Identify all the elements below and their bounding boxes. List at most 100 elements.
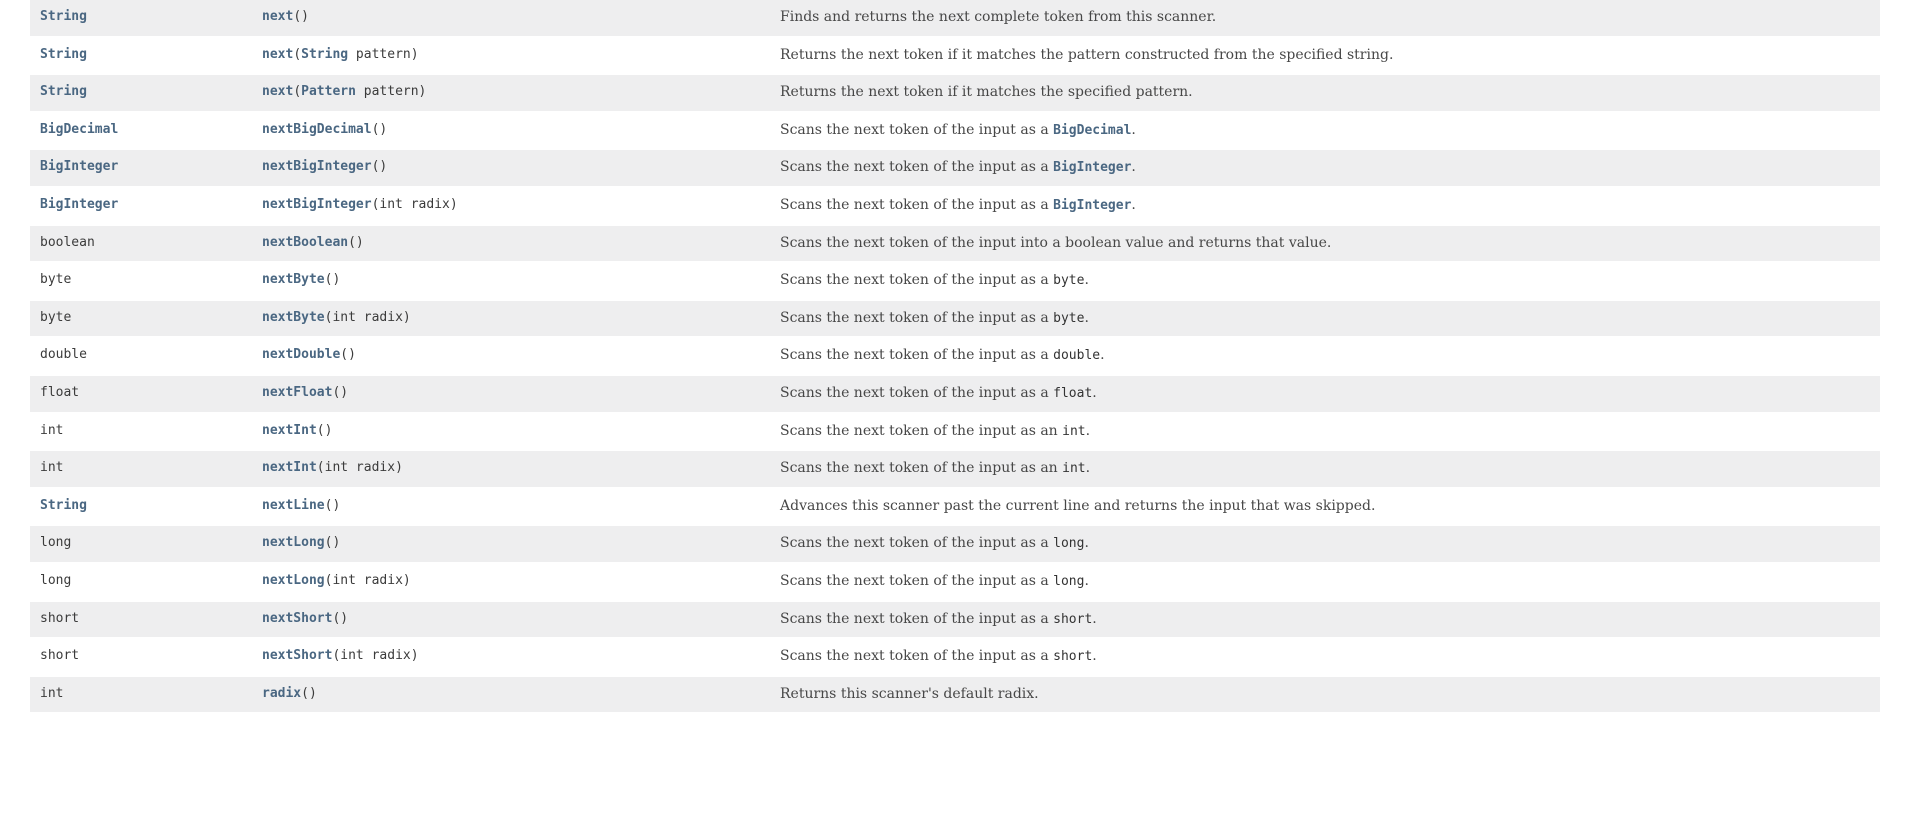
method-name-link[interactable]: radix bbox=[262, 686, 301, 701]
description-code: float bbox=[1053, 386, 1092, 401]
method-name-link[interactable]: next bbox=[262, 9, 293, 24]
return-type-cell: long bbox=[30, 563, 252, 601]
return-type-text: short bbox=[40, 611, 79, 626]
method-description-cell: Scans the next token of the input as a f… bbox=[770, 375, 1880, 413]
method-signature-cell: nextLine() bbox=[252, 488, 770, 526]
return-type-link[interactable]: BigInteger bbox=[40, 197, 118, 212]
method-description: Returns the next token if it matches the… bbox=[780, 83, 1870, 103]
method-name-link[interactable]: nextBoolean bbox=[262, 235, 348, 250]
method-description-cell: Scans the next token of the input as an … bbox=[770, 413, 1880, 451]
description-code: short bbox=[1053, 649, 1092, 664]
method-row: String next(Pattern pattern) Returns the n… bbox=[30, 74, 1880, 112]
method-name-link[interactable]: nextInt bbox=[262, 460, 317, 475]
param-type-link[interactable]: Pattern bbox=[301, 84, 356, 99]
method-name-link[interactable]: nextBigInteger bbox=[262, 159, 372, 174]
method-params: () bbox=[372, 122, 388, 137]
description-suffix: . bbox=[1100, 347, 1104, 363]
method-name-link[interactable]: nextShort bbox=[262, 648, 332, 663]
description-suffix: . bbox=[1086, 423, 1090, 439]
method-name-link[interactable]: nextLine bbox=[262, 498, 325, 513]
method-description-cell: Returns this scanner's default radix. bbox=[770, 676, 1880, 714]
method-params: () bbox=[325, 498, 341, 513]
method-row: intnextInt()Scans the next token of the … bbox=[30, 413, 1880, 451]
method-row: Stringnext()Finds and returns the next c… bbox=[30, 0, 1880, 37]
method-description: Finds and returns the next complete toke… bbox=[780, 8, 1870, 28]
method-row: longnextLong()Scans the next token of th… bbox=[30, 525, 1880, 563]
description-text: Returns the next token if it matches the… bbox=[780, 47, 1393, 63]
description-prefix: Scans the next token of the input as a bbox=[780, 159, 1053, 175]
method-signature-cell: nextBigDecimal() bbox=[252, 112, 770, 150]
return-type-cell: short bbox=[30, 601, 252, 639]
method-name-link[interactable]: next bbox=[262, 84, 293, 99]
description-type-link[interactable]: BigInteger bbox=[1053, 198, 1131, 213]
description-type-link[interactable]: BigDecimal bbox=[1053, 123, 1131, 138]
method-row: booleannextBoolean()Scans the next token… bbox=[30, 225, 1880, 263]
method-summary-table-wrapper: String next () Finds and returns the next c… bbox=[0, 0, 1910, 714]
method-params: () bbox=[317, 423, 333, 438]
method-params-prefix: ( bbox=[293, 84, 301, 99]
return-type-link[interactable]: String bbox=[40, 84, 87, 99]
return-type-link[interactable]: String bbox=[40, 498, 87, 513]
return-type-cell: String bbox=[30, 488, 252, 526]
method-row: intradix()Returns this scanner's default… bbox=[30, 676, 1880, 714]
method-params: () bbox=[332, 611, 348, 626]
return-type-cell: String bbox=[30, 37, 252, 75]
method-params: (int radix) bbox=[372, 197, 458, 212]
return-type-text: long bbox=[40, 573, 71, 588]
return-type-link[interactable]: BigDecimal bbox=[40, 122, 118, 137]
param-type-link[interactable]: String bbox=[301, 47, 348, 62]
return-type-link[interactable]: String bbox=[40, 9, 87, 24]
description-prefix: Scans the next token of the input as a bbox=[780, 272, 1053, 288]
method-signature-cell: nextShort(int radix) bbox=[252, 638, 770, 676]
method-signature-cell: nextBoolean() bbox=[252, 225, 770, 263]
return-type-cell: BigInteger bbox=[30, 149, 252, 187]
method-signature-cell: next(Pattern pattern) bbox=[252, 74, 770, 112]
description-suffix: . bbox=[1131, 197, 1135, 213]
method-name-link[interactable]: nextInt bbox=[262, 423, 317, 438]
method-name-link[interactable]: nextByte bbox=[262, 310, 325, 325]
return-type-link[interactable]: BigInteger bbox=[40, 159, 118, 174]
method-signature-cell: nextBigInteger() bbox=[252, 149, 770, 187]
method-row: long nextLong(int radix) Scans the next to… bbox=[30, 563, 1880, 601]
method-name-link[interactable]: nextFloat bbox=[262, 385, 332, 400]
method-description: Scans the next token of the input as a f… bbox=[780, 384, 1870, 404]
method-params: () bbox=[325, 272, 341, 287]
method-description: Scans the next token of the input as a l… bbox=[780, 534, 1870, 554]
return-type-cell: BigDecimal bbox=[30, 112, 252, 150]
method-row: BigDecimalnextBigDecimal()Scans the next… bbox=[30, 112, 1880, 150]
method-signature-cell: nextLong(int radix) bbox=[252, 563, 770, 601]
method-name-link[interactable]: next bbox=[262, 47, 293, 62]
method-description-cell: Advances this scanner past the current l… bbox=[770, 488, 1880, 526]
return-type-cell: long bbox=[30, 525, 252, 563]
method-description: Scans the next token of the input as a B… bbox=[780, 158, 1870, 178]
method-signature-cell: nextBigInteger(int radix) bbox=[252, 187, 770, 225]
method-name-link[interactable]: nextByte bbox=[262, 272, 325, 287]
return-type-cell: int bbox=[30, 676, 252, 714]
description-suffix: . bbox=[1084, 573, 1088, 589]
method-name-link[interactable]: nextShort bbox=[262, 611, 332, 626]
method-signature-cell: next(String pattern) bbox=[252, 37, 770, 75]
method-name-link[interactable]: nextDouble bbox=[262, 347, 340, 362]
method-description-cell: Scans the next token of the input into a… bbox=[770, 225, 1880, 263]
description-code: long bbox=[1053, 536, 1084, 551]
return-type-text: byte bbox=[40, 310, 71, 325]
return-type-text: byte bbox=[40, 272, 71, 287]
return-type-cell: int bbox=[30, 450, 252, 488]
method-params: (int radix) bbox=[325, 573, 411, 588]
method-description-cell: Finds and returns the next complete toke… bbox=[770, 0, 1880, 37]
method-name-link[interactable]: nextBigDecimal bbox=[262, 122, 372, 137]
return-type-text: int bbox=[40, 460, 63, 475]
description-suffix: . bbox=[1092, 385, 1096, 401]
method-description-cell: Scans the next token of the input as a B… bbox=[770, 112, 1880, 150]
method-name-link[interactable]: nextLong bbox=[262, 535, 325, 550]
method-row: Stringnext(String pattern)Returns the ne… bbox=[30, 37, 1880, 75]
method-name-link[interactable]: nextLong bbox=[262, 573, 325, 588]
method-row: shortnextShort(int radix)Scans the next … bbox=[30, 638, 1880, 676]
description-prefix: Scans the next token of the input as a bbox=[780, 573, 1053, 589]
method-description-cell: Scans the next token of the input as a b… bbox=[770, 300, 1880, 338]
method-signature-cell: nextInt() bbox=[252, 413, 770, 451]
method-description-cell: Scans the next token of the input as a B… bbox=[770, 187, 1880, 225]
return-type-link[interactable]: String bbox=[40, 47, 87, 62]
method-name-link[interactable]: nextBigInteger bbox=[262, 197, 372, 212]
description-type-link[interactable]: BigInteger bbox=[1053, 160, 1131, 175]
